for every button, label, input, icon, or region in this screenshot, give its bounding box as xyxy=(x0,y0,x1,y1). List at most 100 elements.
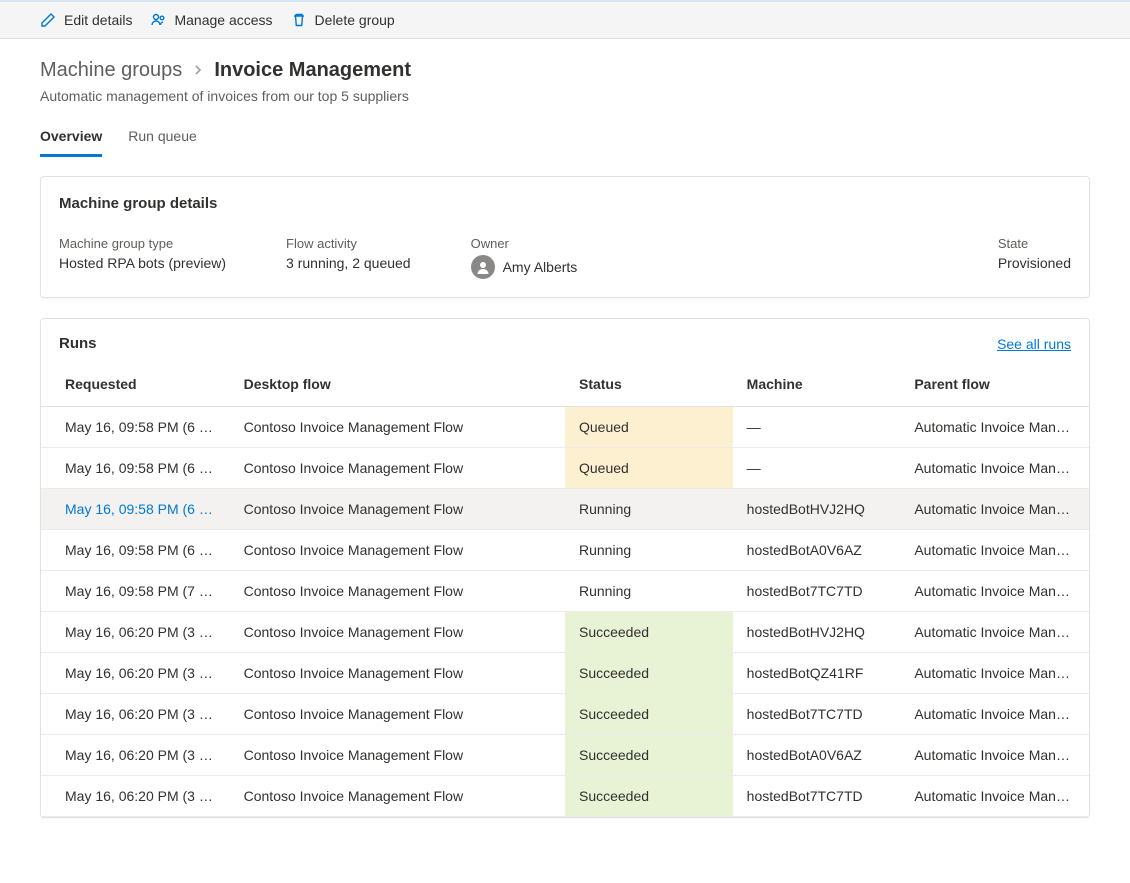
see-all-runs-link[interactable]: See all runs xyxy=(997,336,1071,352)
table-row[interactable]: May 16, 09:58 PM (6 min ago)Contoso Invo… xyxy=(41,448,1089,489)
cell-requested: May 16, 06:20 PM (3 h ago) xyxy=(41,735,230,776)
cell-desktop-flow: Contoso Invoice Management Flow xyxy=(230,735,565,776)
tab-run-queue[interactable]: Run queue xyxy=(128,122,197,157)
cell-machine: hostedBot7TC7TD xyxy=(733,571,901,612)
cell-machine: hostedBotA0V6AZ xyxy=(733,530,901,571)
detail-activity-value: 3 running, 2 queued xyxy=(286,255,411,271)
detail-type-value: Hosted RPA bots (preview) xyxy=(59,255,226,271)
cell-machine: — xyxy=(733,448,901,489)
cell-status: Succeeded xyxy=(565,735,733,776)
detail-activity: Flow activity 3 running, 2 queued xyxy=(286,236,411,279)
table-row[interactable]: May 16, 06:20 PM (3 h ago)Contoso Invoic… xyxy=(41,694,1089,735)
detail-state-value: Provisioned xyxy=(998,255,1071,271)
edit-details-label: Edit details xyxy=(64,12,132,28)
cell-requested: May 16, 09:58 PM (6 min ago) xyxy=(41,407,230,448)
cell-machine: hostedBotQZ41RF xyxy=(733,653,901,694)
cell-machine: hostedBotHVJ2HQ xyxy=(733,489,901,530)
cell-desktop-flow: Contoso Invoice Management Flow xyxy=(230,407,565,448)
cell-desktop-flow: Contoso Invoice Management Flow xyxy=(230,612,565,653)
table-row[interactable]: May 16, 09:58 PM (6 min ago)Contoso Invo… xyxy=(41,489,1089,530)
cell-status: Running xyxy=(565,571,733,612)
breadcrumb-current: Invoice Management xyxy=(214,59,411,82)
table-row[interactable]: May 16, 06:20 PM (3 h ago)Contoso Invoic… xyxy=(41,735,1089,776)
cell-desktop-flow: Contoso Invoice Management Flow xyxy=(230,530,565,571)
runs-table: Requested Desktop flow Status Machine Pa… xyxy=(41,362,1089,817)
cell-parent-flow: Automatic Invoice Manage... xyxy=(900,653,1089,694)
cell-status: Succeeded xyxy=(565,653,733,694)
delete-group-button[interactable]: Delete group xyxy=(291,12,395,28)
cell-machine: hostedBotA0V6AZ xyxy=(733,735,901,776)
tab-overview[interactable]: Overview xyxy=(40,122,102,157)
col-parent-flow[interactable]: Parent flow xyxy=(900,362,1089,407)
command-bar: Edit details Manage access Delete group xyxy=(0,0,1130,39)
cell-requested: May 16, 09:58 PM (7 min ago) xyxy=(41,571,230,612)
cell-requested: May 16, 09:58 PM (6 min ago) xyxy=(41,448,230,489)
col-status[interactable]: Status xyxy=(565,362,733,407)
runs-title: Runs xyxy=(59,335,97,352)
cell-status: Queued xyxy=(565,448,733,489)
trash-icon xyxy=(291,12,307,28)
machine-group-details-panel: Machine group details Machine group type… xyxy=(40,176,1090,298)
cell-parent-flow: Automatic Invoice Manage... xyxy=(900,407,1089,448)
cell-machine: hostedBotHVJ2HQ xyxy=(733,612,901,653)
cell-status: Running xyxy=(565,530,733,571)
avatar xyxy=(471,255,495,279)
cell-requested: May 16, 06:20 PM (3 h ago) xyxy=(41,612,230,653)
table-row[interactable]: May 16, 06:20 PM (3 h ago)Contoso Invoic… xyxy=(41,776,1089,817)
cell-parent-flow: Automatic Invoice Manage... xyxy=(900,735,1089,776)
detail-type-label: Machine group type xyxy=(59,236,226,251)
detail-state-label: State xyxy=(998,236,1071,251)
cell-requested: May 16, 06:20 PM (3 h ago) xyxy=(41,694,230,735)
table-row[interactable]: May 16, 09:58 PM (6 min ago)Contoso Invo… xyxy=(41,407,1089,448)
detail-owner-label: Owner xyxy=(471,236,578,251)
cell-desktop-flow: Contoso Invoice Management Flow xyxy=(230,776,565,817)
cell-machine: hostedBot7TC7TD xyxy=(733,776,901,817)
cell-status: Succeeded xyxy=(565,612,733,653)
cell-parent-flow: Automatic Invoice Manage... xyxy=(900,776,1089,817)
runs-panel: Runs See all runs Requested Desktop flow… xyxy=(40,318,1090,818)
col-machine[interactable]: Machine xyxy=(733,362,901,407)
detail-owner-value: Amy Alberts xyxy=(503,259,578,275)
breadcrumb-parent[interactable]: Machine groups xyxy=(40,59,182,82)
tabs: Overview Run queue xyxy=(40,122,1090,158)
detail-activity-label: Flow activity xyxy=(286,236,411,251)
col-requested[interactable]: Requested xyxy=(41,362,230,407)
manage-access-label: Manage access xyxy=(174,12,272,28)
details-panel-title: Machine group details xyxy=(59,195,1071,212)
cell-requested: May 16, 06:20 PM (3 h ago) xyxy=(41,776,230,817)
table-row[interactable]: May 16, 09:58 PM (7 min ago)Contoso Invo… xyxy=(41,571,1089,612)
cell-parent-flow: Automatic Invoice Manage... xyxy=(900,612,1089,653)
cell-requested: May 16, 09:58 PM (6 min ago) xyxy=(41,530,230,571)
col-desktop-flow[interactable]: Desktop flow xyxy=(230,362,565,407)
cell-desktop-flow: Contoso Invoice Management Flow xyxy=(230,571,565,612)
cell-desktop-flow: Contoso Invoice Management Flow xyxy=(230,489,565,530)
cell-requested: May 16, 06:20 PM (3 h ago) xyxy=(41,653,230,694)
cell-desktop-flow: Contoso Invoice Management Flow xyxy=(230,448,565,489)
cell-parent-flow: Automatic Invoice Manage... xyxy=(900,571,1089,612)
cell-status: Running xyxy=(565,489,733,530)
cell-machine: — xyxy=(733,407,901,448)
table-row[interactable]: May 16, 09:58 PM (6 min ago)Contoso Invo… xyxy=(41,530,1089,571)
table-row[interactable]: May 16, 06:20 PM (3 h ago)Contoso Invoic… xyxy=(41,612,1089,653)
cell-parent-flow: Automatic Invoice Manage... xyxy=(900,694,1089,735)
table-row[interactable]: May 16, 06:20 PM (3 h ago)Contoso Invoic… xyxy=(41,653,1089,694)
cell-desktop-flow: Contoso Invoice Management Flow xyxy=(230,653,565,694)
detail-state: State Provisioned xyxy=(998,236,1071,279)
cell-requested: May 16, 09:58 PM (6 min ago) xyxy=(41,489,230,530)
cell-status: Queued xyxy=(565,407,733,448)
cell-status: Succeeded xyxy=(565,776,733,817)
detail-owner: Owner Amy Alberts xyxy=(471,236,578,279)
breadcrumb: Machine groups Invoice Management xyxy=(40,59,1090,82)
chevron-right-icon xyxy=(192,59,204,82)
detail-type: Machine group type Hosted RPA bots (prev… xyxy=(59,236,226,279)
cell-machine: hostedBot7TC7TD xyxy=(733,694,901,735)
page-description: Automatic management of invoices from ou… xyxy=(40,88,1090,104)
edit-details-button[interactable]: Edit details xyxy=(40,12,132,28)
cell-parent-flow: Automatic Invoice Manage... xyxy=(900,530,1089,571)
cell-status: Succeeded xyxy=(565,694,733,735)
cell-desktop-flow: Contoso Invoice Management Flow xyxy=(230,694,565,735)
cell-parent-flow: Automatic Invoice Manage... xyxy=(900,489,1089,530)
people-icon xyxy=(150,12,166,28)
cell-parent-flow: Automatic Invoice Manage... xyxy=(900,448,1089,489)
manage-access-button[interactable]: Manage access xyxy=(150,12,272,28)
